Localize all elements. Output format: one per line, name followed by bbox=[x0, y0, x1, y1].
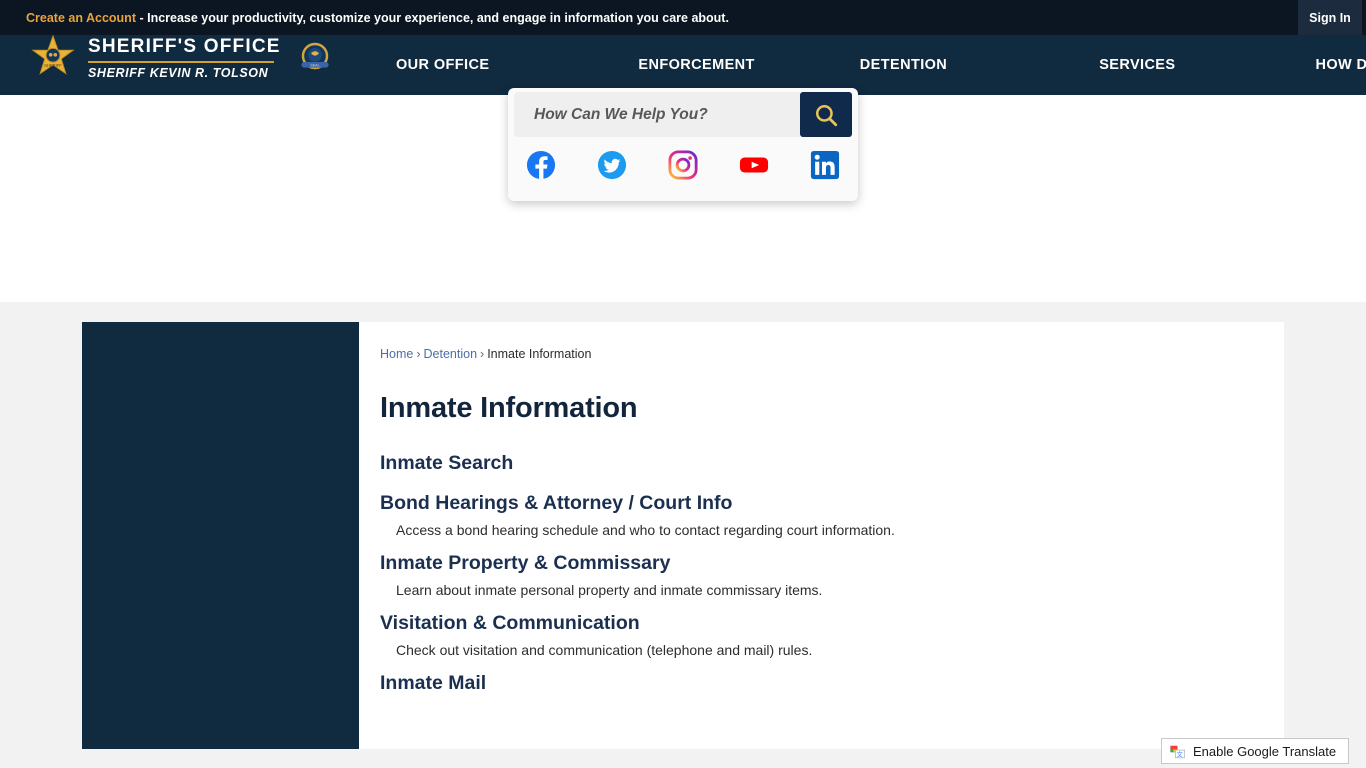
link-inmate-mail[interactable]: Inmate Mail bbox=[380, 669, 486, 697]
link-visitation-communication[interactable]: Visitation & Communication bbox=[380, 609, 640, 637]
brand-subtitle: SHERIFF KEVIN R. TOLSON bbox=[88, 65, 269, 80]
page-title: Inmate Information bbox=[380, 392, 638, 424]
site-header: SHERIFF SHERIFF'S OFFICE SHERIFF KEVIN R… bbox=[0, 35, 1366, 95]
enable-google-translate-button[interactable]: 文 Enable Google Translate bbox=[1161, 738, 1349, 764]
link-inmate-search[interactable]: Inmate Search bbox=[380, 449, 513, 477]
youtube-icon[interactable] bbox=[739, 150, 769, 180]
brand-logo[interactable]: SHERIFF SHERIFF'S OFFICE SHERIFF KEVIN R… bbox=[30, 23, 335, 93]
breadcrumb-separator-2: › bbox=[480, 347, 485, 361]
instagram-icon[interactable] bbox=[668, 150, 698, 180]
sign-in-button[interactable]: Sign In bbox=[1298, 0, 1362, 35]
breadcrumb-separator-1: › bbox=[416, 347, 421, 361]
content-panel: Home › Detention › Inmate Information Inmate… bbox=[359, 322, 1284, 749]
svg-text:SEAL: SEAL bbox=[310, 63, 319, 67]
svg-text:文: 文 bbox=[1176, 749, 1183, 758]
nav-item-enforcement[interactable]: ENFORCEMENT bbox=[632, 57, 760, 73]
list-item: Visitation & Communication Check out vis… bbox=[380, 609, 1260, 661]
nav-item-detention[interactable]: DETENTION bbox=[854, 57, 953, 73]
linkedin-icon[interactable] bbox=[810, 150, 840, 180]
search-row bbox=[514, 92, 852, 137]
svg-text:SHERIFF: SHERIFF bbox=[44, 63, 62, 68]
county-seal-icon: SEAL bbox=[301, 42, 329, 70]
list-item: Inmate Property & Commissary Learn about… bbox=[380, 549, 1260, 601]
brand-text: SHERIFF'S OFFICE SHERIFF KEVIN R. TOLSON bbox=[88, 36, 281, 81]
breadcrumb: Home › Detention › Inmate Information bbox=[380, 347, 591, 361]
link-bond-hearings-description: Access a bond hearing schedule and who t… bbox=[396, 522, 895, 538]
inmate-info-link-list: Inmate Search Bond Hearings & Attorney /… bbox=[380, 449, 1260, 705]
link-inmate-property-commissary[interactable]: Inmate Property & Commissary bbox=[380, 549, 670, 577]
breadcrumb-home[interactable]: Home bbox=[380, 347, 413, 361]
main-navigation: OUR OFFICE ENFORCEMENT DETENTION SERVICE… bbox=[390, 35, 1366, 95]
search-panel bbox=[508, 88, 858, 201]
social-links bbox=[508, 140, 858, 190]
nav-item-our-office[interactable]: OUR OFFICE bbox=[390, 57, 495, 73]
brand-divider bbox=[88, 60, 274, 63]
sheriff-star-badge-icon: SHERIFF bbox=[31, 35, 75, 75]
search-icon bbox=[815, 104, 838, 126]
nav-item-how-do-i[interactable]: HOW DO I... bbox=[1309, 57, 1366, 73]
link-bond-hearings[interactable]: Bond Hearings & Attorney / Court Info bbox=[380, 489, 732, 517]
list-item: Inmate Mail bbox=[380, 669, 1260, 697]
breadcrumb-detention[interactable]: Detention bbox=[424, 347, 478, 361]
enable-google-translate-label: Enable Google Translate bbox=[1193, 743, 1337, 759]
breadcrumb-current: Inmate Information bbox=[487, 347, 592, 361]
search-button[interactable] bbox=[800, 92, 852, 137]
link-visitation-communication-description: Check out visitation and communication (… bbox=[396, 642, 813, 658]
twitter-icon[interactable] bbox=[597, 150, 627, 180]
brand-title: SHERIFF'S OFFICE bbox=[88, 35, 281, 57]
search-input[interactable] bbox=[514, 92, 800, 137]
nav-item-services[interactable]: SERVICES bbox=[1093, 57, 1181, 73]
sidebar-panel bbox=[82, 322, 359, 749]
list-item: Bond Hearings & Attorney / Court Info Ac… bbox=[380, 489, 1260, 541]
list-item: Inmate Search bbox=[380, 449, 1260, 477]
google-translate-icon: 文 bbox=[1170, 745, 1185, 758]
link-inmate-property-commissary-description: Learn about inmate personal property and… bbox=[396, 582, 823, 598]
facebook-icon[interactable] bbox=[526, 150, 556, 180]
